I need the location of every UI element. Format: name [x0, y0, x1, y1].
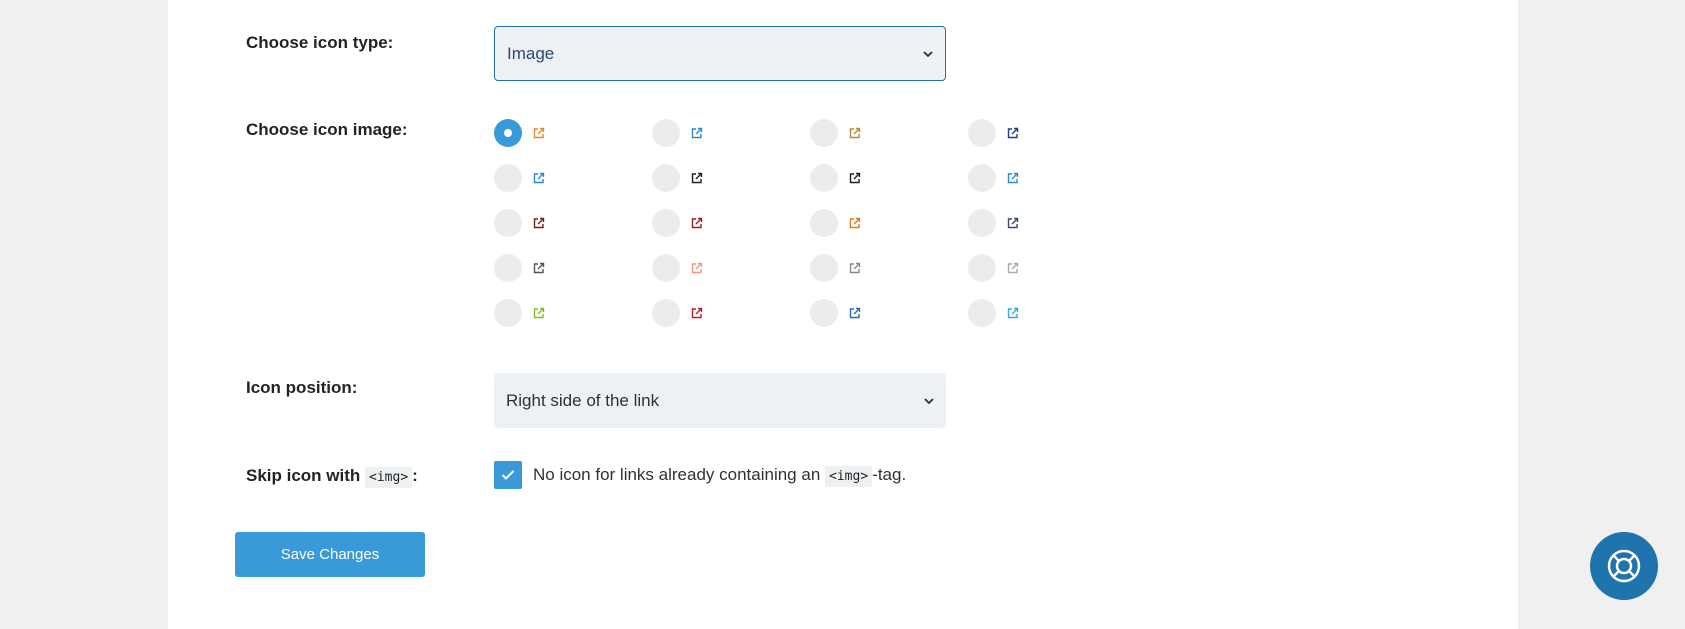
radio-button[interactable] [652, 164, 680, 192]
skip-icon-text-suffix: -tag. [872, 465, 907, 484]
external-link-icon [691, 262, 703, 274]
icon-image-option[interactable] [652, 209, 703, 237]
icon-type-select[interactable]: Image [494, 26, 946, 81]
external-link-icon [691, 217, 703, 229]
icon-position-value: Right side of the link [506, 390, 660, 410]
external-link-icon [533, 172, 545, 184]
radio-button[interactable] [810, 254, 838, 282]
skip-icon-label-suffix: : [412, 466, 418, 485]
external-link-icon [1007, 262, 1019, 274]
icon-image-option[interactable] [494, 209, 545, 237]
external-link-icon [1007, 217, 1019, 229]
checkmark-icon [501, 470, 515, 480]
external-link-icon [849, 262, 861, 274]
icon-image-option[interactable] [652, 164, 703, 192]
icon-type-label: Choose icon type: [246, 33, 394, 52]
icon-image-option[interactable] [652, 119, 703, 147]
radio-button[interactable] [494, 209, 522, 237]
external-link-icon [1007, 307, 1019, 319]
icon-image-option[interactable] [810, 209, 861, 237]
chevron-down-icon [924, 397, 934, 404]
radio-button[interactable] [968, 299, 996, 327]
icon-position-label: Icon position: [246, 378, 358, 397]
icon-position-select[interactable]: Right side of the link [494, 373, 946, 428]
external-link-icon [691, 127, 703, 139]
icon-image-option[interactable] [968, 164, 1019, 192]
external-link-icon [1007, 172, 1019, 184]
radio-button[interactable] [494, 119, 522, 147]
radio-button[interactable] [652, 119, 680, 147]
external-link-icon [849, 307, 861, 319]
skip-icon-description: No icon for links already containing an … [533, 465, 907, 487]
skip-icon-label: Skip icon with <img>: [246, 466, 418, 488]
radio-button[interactable] [968, 254, 996, 282]
icon-image-option[interactable] [494, 164, 545, 192]
icon-image-option[interactable] [652, 299, 703, 327]
icon-image-option[interactable] [968, 299, 1019, 327]
external-link-icon [849, 172, 861, 184]
icon-image-label: Choose icon image: [246, 120, 408, 139]
radio-button[interactable] [810, 299, 838, 327]
radio-button[interactable] [652, 209, 680, 237]
external-link-icon [849, 127, 861, 139]
external-link-icon [691, 172, 703, 184]
skip-icon-text-prefix: No icon for links already containing an [533, 465, 821, 484]
icon-image-option[interactable] [810, 299, 861, 327]
chevron-down-icon [923, 50, 933, 57]
icon-image-option[interactable] [652, 254, 703, 282]
save-changes-button[interactable]: Save Changes [235, 532, 425, 577]
radio-button[interactable] [652, 254, 680, 282]
skip-icon-checkbox[interactable] [494, 461, 522, 489]
external-link-icon [533, 127, 545, 139]
icon-image-option[interactable] [494, 254, 545, 282]
external-link-icon [533, 307, 545, 319]
radio-button[interactable] [810, 164, 838, 192]
lifebuoy-icon [1607, 549, 1641, 583]
radio-button[interactable] [652, 299, 680, 327]
external-link-icon [691, 307, 703, 319]
radio-button[interactable] [968, 209, 996, 237]
icon-image-option[interactable] [968, 119, 1019, 147]
skip-icon-text-code: <img> [825, 466, 873, 487]
icon-image-option[interactable] [494, 299, 545, 327]
icon-image-option[interactable] [494, 119, 545, 147]
radio-button[interactable] [494, 164, 522, 192]
radio-button[interactable] [968, 164, 996, 192]
icon-image-option[interactable] [810, 119, 861, 147]
external-link-icon [849, 217, 861, 229]
icon-image-option[interactable] [968, 254, 1019, 282]
skip-icon-label-prefix: Skip icon with [246, 466, 361, 485]
icon-type-value: Image [507, 43, 555, 63]
icon-image-option[interactable] [810, 254, 861, 282]
radio-button[interactable] [494, 254, 522, 282]
radio-button[interactable] [968, 119, 996, 147]
radio-button[interactable] [494, 299, 522, 327]
radio-button[interactable] [810, 209, 838, 237]
external-link-icon [533, 217, 545, 229]
radio-button[interactable] [810, 119, 838, 147]
skip-icon-label-code: <img> [365, 467, 413, 488]
icon-image-option[interactable] [810, 164, 861, 192]
help-button[interactable] [1590, 532, 1658, 600]
icon-image-option[interactable] [968, 209, 1019, 237]
external-link-icon [533, 262, 545, 274]
external-link-icon [1007, 127, 1019, 139]
